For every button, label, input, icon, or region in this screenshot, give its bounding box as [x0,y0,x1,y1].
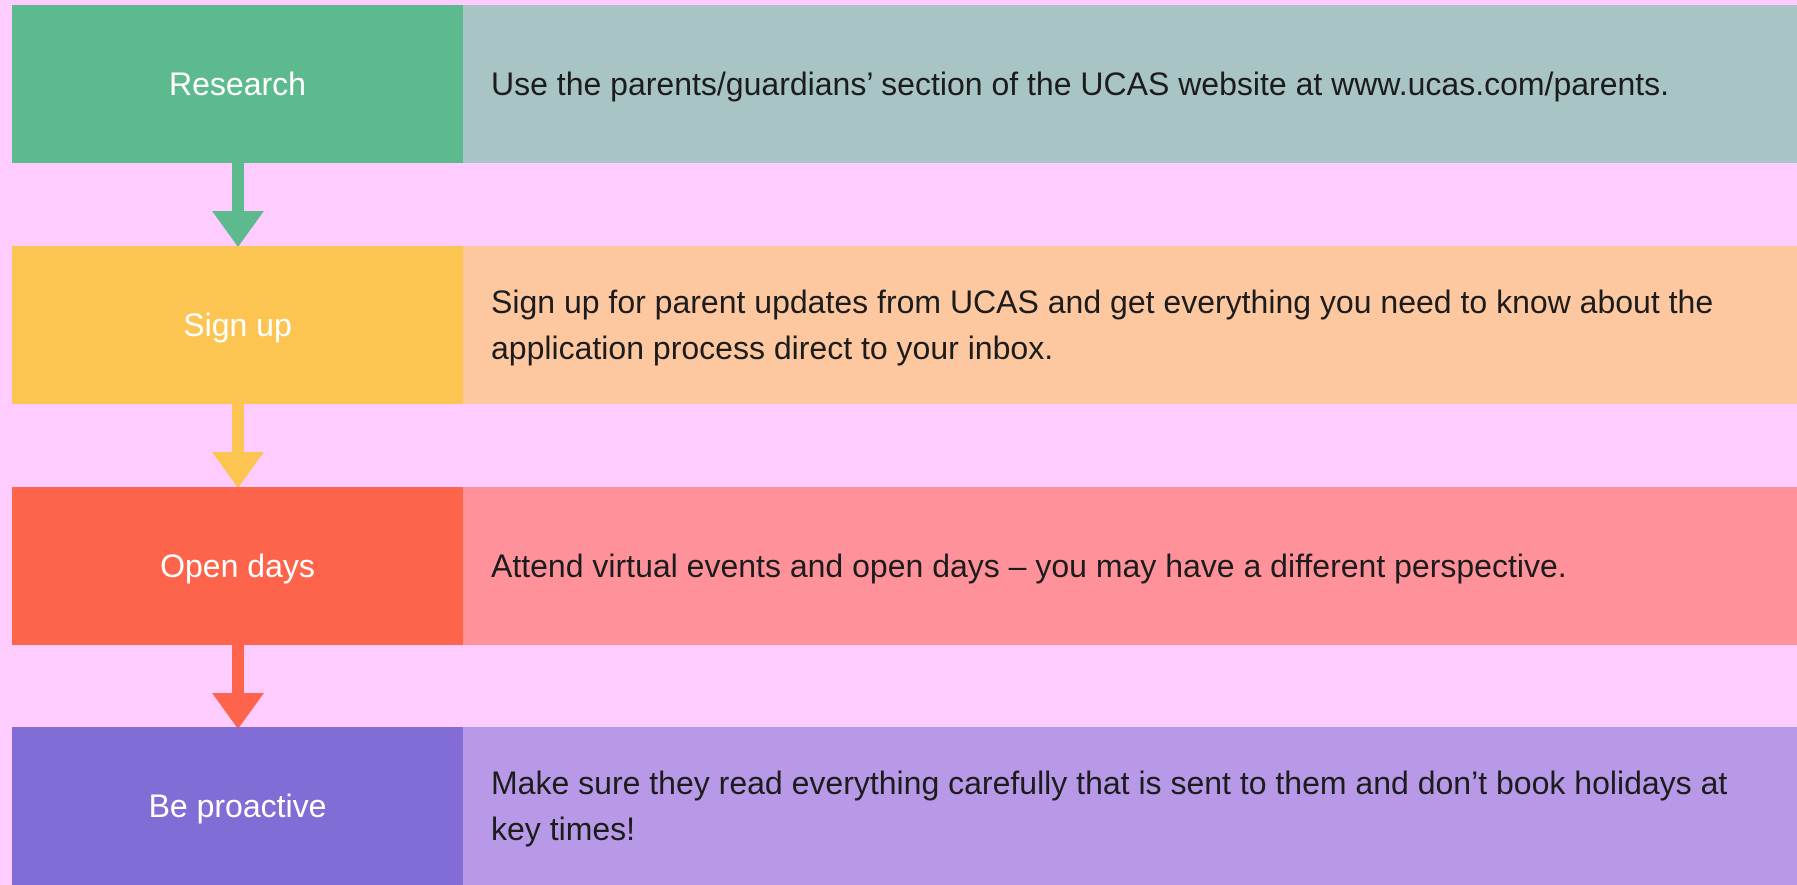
step-description-box: Sign up for parent updates from UCAS and… [463,246,1797,404]
arrow-shaft [232,404,244,456]
arrow-shaft [232,645,244,697]
step-label-box: Be proactive [12,727,463,885]
step-label: Sign up [183,306,292,343]
step-description-box: Attend virtual events and open days – yo… [463,487,1797,645]
step-label: Open days [160,547,315,584]
step-label-box: Open days [12,487,463,645]
step-open-days: Open days Attend virtual events and open… [12,487,1797,645]
step-description: Sign up for parent updates from UCAS and… [491,284,1714,366]
arrow-shaft [232,163,244,215]
step-label-box: Research [12,5,463,163]
step-description: Make sure they read everything carefully… [491,765,1728,847]
arrow-head [212,211,264,247]
step-description-box: Use the parents/guardians’ section of th… [463,5,1797,163]
step-label: Be proactive [148,787,327,824]
step-label: Research [169,65,306,102]
arrow-head [212,452,264,488]
step-label-box: Sign up [12,246,463,404]
step-description: Attend virtual events and open days – yo… [491,548,1567,584]
process-flow-diagram: Research Use the parents/guardians’ sect… [0,0,1797,885]
arrow-head [212,693,264,729]
step-be-proactive: Be proactive Make sure they read everyth… [12,727,1797,885]
step-description: Use the parents/guardians’ section of th… [491,66,1670,102]
step-research: Research Use the parents/guardians’ sect… [12,5,1797,163]
step-sign-up: Sign up Sign up for parent updates from … [12,246,1797,404]
step-description-box: Make sure they read everything carefully… [463,727,1797,885]
